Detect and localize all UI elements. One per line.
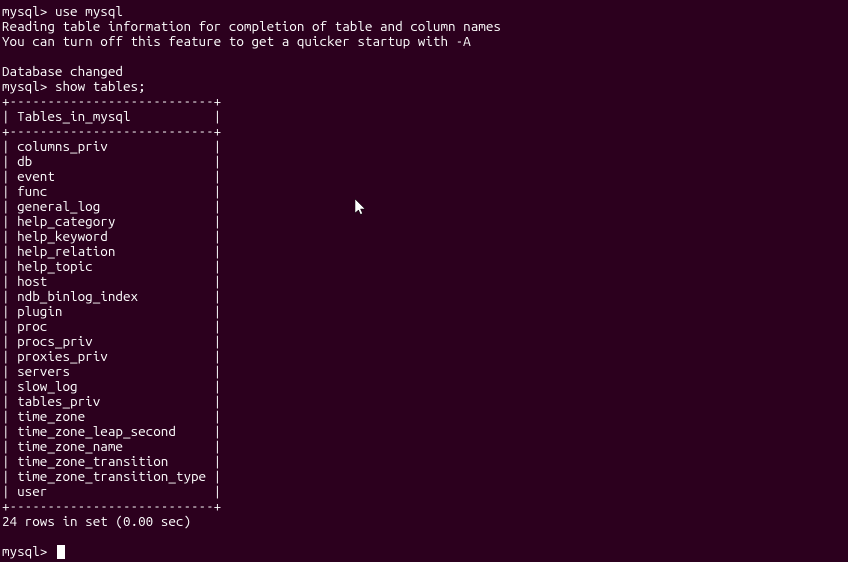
blank-line: [2, 49, 846, 64]
table-row: | columns_priv |: [2, 139, 846, 154]
command-show-tables: show tables;: [55, 78, 146, 94]
table-row: | help_keyword |: [2, 229, 846, 244]
table-border-bottom: +---------------------------+: [2, 499, 846, 514]
table-row: | time_zone |: [2, 409, 846, 424]
table-row: | user |: [2, 484, 846, 499]
cursor-block: [57, 545, 65, 559]
table-row: | time_zone_name |: [2, 439, 846, 454]
blank-line-2: [2, 529, 846, 544]
table-header-row: | Tables_in_mysql |: [2, 109, 846, 124]
table-row: | proxies_priv |: [2, 349, 846, 364]
mysql-prompt: mysql>: [2, 3, 47, 19]
table-row: | help_relation |: [2, 244, 846, 259]
table-row: | event |: [2, 169, 846, 184]
table-row: | ndb_binlog_index |: [2, 289, 846, 304]
result-summary-line: 24 rows in set (0.00 sec): [2, 514, 846, 529]
table-row: | proc |: [2, 319, 846, 334]
table-row: | time_zone_transition |: [2, 454, 846, 469]
table-row: | servers |: [2, 364, 846, 379]
db-changed-line: Database changed: [2, 64, 846, 79]
terminal-window[interactable]: mysql> use mysql Reading table informati…: [2, 4, 846, 559]
reading-info-line: Reading table information for completion…: [2, 19, 846, 34]
table-row: | general_log |: [2, 199, 846, 214]
prompt-line-cursor[interactable]: mysql>: [2, 544, 846, 559]
table-border-top: +---------------------------+: [2, 94, 846, 109]
table-row: | plugin |: [2, 304, 846, 319]
table-row: | slow_log |: [2, 379, 846, 394]
command-use-mysql: use mysql: [55, 3, 123, 19]
table-row: | help_category |: [2, 214, 846, 229]
table-row: | func |: [2, 184, 846, 199]
prompt-line-use: mysql> use mysql: [2, 4, 846, 19]
turn-off-line: You can turn off this feature to get a q…: [2, 34, 846, 49]
prompt-line-show: mysql> show tables;: [2, 79, 846, 94]
mysql-prompt: mysql>: [2, 543, 47, 559]
table-row: | db |: [2, 154, 846, 169]
table-row: | host |: [2, 274, 846, 289]
table-row: | tables_priv |: [2, 394, 846, 409]
table-row: | help_topic |: [2, 259, 846, 274]
table-row: | time_zone_transition_type |: [2, 469, 846, 484]
table-border-mid: +---------------------------+: [2, 124, 846, 139]
mysql-prompt: mysql>: [2, 78, 47, 94]
table-row: | procs_priv |: [2, 334, 846, 349]
table-body: | columns_priv || db || event || func ||…: [2, 139, 846, 499]
table-row: | time_zone_leap_second |: [2, 424, 846, 439]
